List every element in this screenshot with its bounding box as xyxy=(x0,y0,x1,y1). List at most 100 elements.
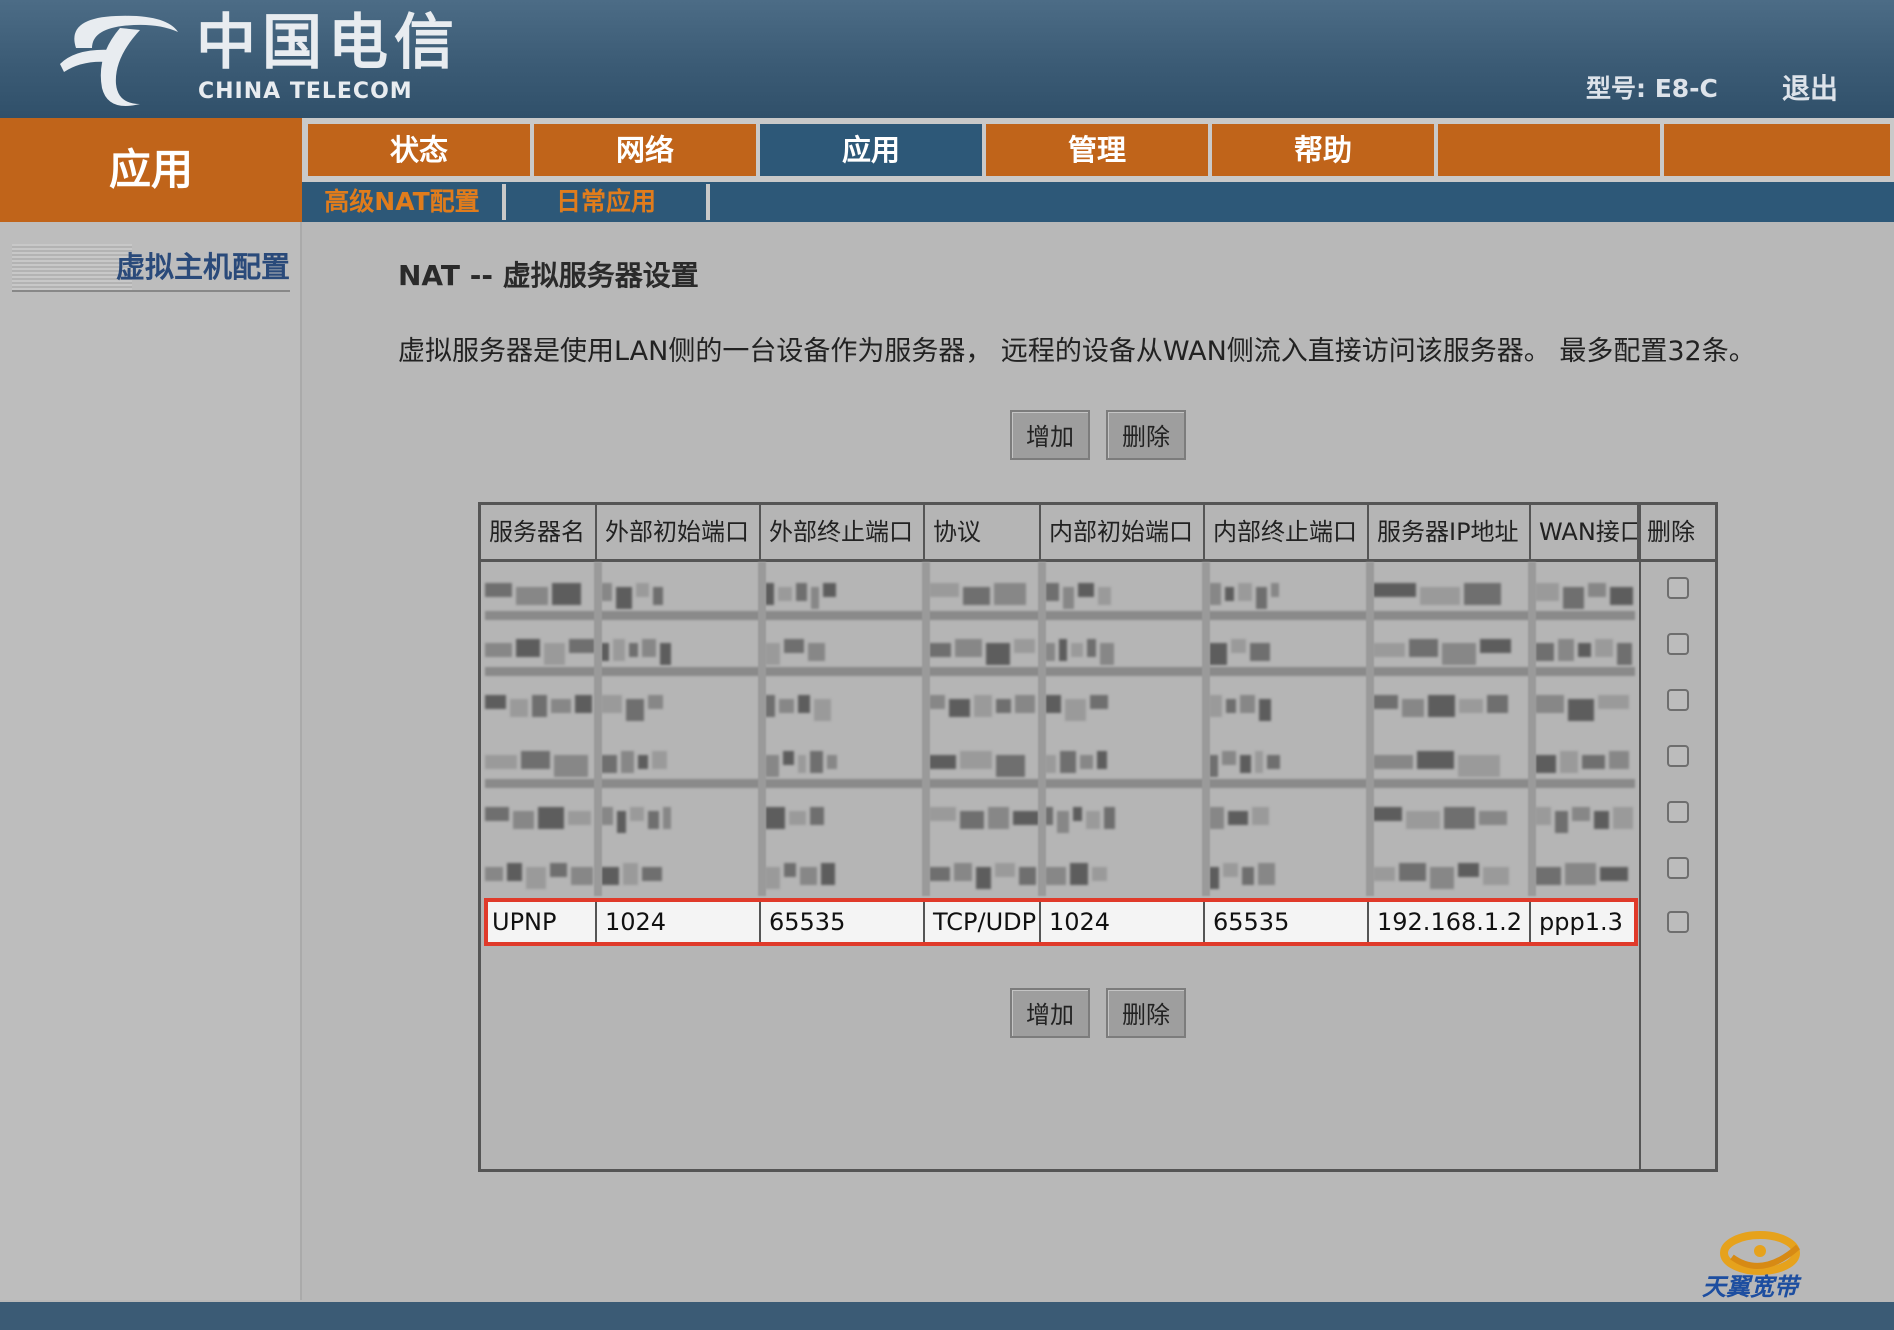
obscured-text xyxy=(1535,807,1551,825)
obscured-text xyxy=(1238,583,1252,601)
obscured-text xyxy=(1045,807,1053,825)
obscured-column-line xyxy=(1366,562,1374,896)
obscured-text xyxy=(798,695,810,713)
delete-checkbox[interactable] xyxy=(1667,857,1689,879)
tab-help[interactable]: 帮助 xyxy=(1212,124,1434,176)
cell-server-ip: 192.168.1.2 xyxy=(1369,902,1531,942)
obscured-text xyxy=(823,583,836,597)
obscured-text xyxy=(1560,751,1578,773)
obscured-text xyxy=(1100,643,1114,665)
delete-checkbox[interactable] xyxy=(1667,801,1689,823)
obscured-text xyxy=(554,755,588,777)
obscured-text xyxy=(1487,695,1508,713)
obscured-text xyxy=(552,583,581,605)
table-row-obscured xyxy=(481,787,1639,843)
delete-checkbox-upnp[interactable] xyxy=(1667,911,1689,933)
obscured-text xyxy=(1613,807,1633,829)
obscured-text xyxy=(789,811,806,825)
obscured-text xyxy=(1428,695,1455,717)
obscured-text xyxy=(513,811,534,829)
cell-ext-end: 65535 xyxy=(761,902,925,942)
obscured-text xyxy=(1250,643,1270,661)
obscured-text xyxy=(629,643,638,657)
tab-network[interactable]: 网络 xyxy=(534,124,756,176)
page-title: NAT -- 虚拟服务器设置 xyxy=(398,259,699,292)
obscured-row-separator xyxy=(485,667,1635,676)
subtab-daily-apps[interactable]: 日常应用 xyxy=(506,184,710,220)
obscured-text xyxy=(1483,867,1509,885)
obscured-text xyxy=(1259,699,1271,721)
obscured-text xyxy=(507,863,522,881)
obscured-text xyxy=(1071,643,1083,657)
delete-checkbox[interactable] xyxy=(1667,633,1689,655)
obscured-text xyxy=(1565,863,1596,885)
obscured-text xyxy=(1252,807,1269,825)
obscured-text xyxy=(765,643,780,665)
obscured-text xyxy=(783,751,794,765)
delete-checkbox[interactable] xyxy=(1667,745,1689,767)
obscured-text xyxy=(1092,867,1107,881)
obscured-text xyxy=(796,583,807,601)
obscured-text xyxy=(538,807,564,829)
obscured-text xyxy=(1063,587,1074,609)
delete-checkbox[interactable] xyxy=(1667,689,1689,711)
obscured-text xyxy=(811,587,819,609)
obscured-text xyxy=(1209,695,1222,717)
obscured-text xyxy=(1373,643,1405,657)
obscured-text xyxy=(1373,695,1398,709)
obscured-text xyxy=(1535,643,1554,661)
obscured-text xyxy=(929,583,959,597)
add-button-bottom[interactable]: 增加 xyxy=(1010,988,1090,1038)
delete-button-bottom[interactable]: 删除 xyxy=(1106,988,1186,1038)
obscured-text xyxy=(660,643,671,665)
logout-link[interactable]: 退出 xyxy=(1782,72,1838,106)
obscured-column-line xyxy=(594,562,602,896)
sidebar: 虚拟主机配置 xyxy=(0,222,302,1300)
cell-int-start: 1024 xyxy=(1041,902,1205,942)
china-telecom-logo-icon xyxy=(60,15,178,106)
add-button-top[interactable]: 增加 xyxy=(1010,410,1090,460)
table-row-obscured xyxy=(481,675,1639,731)
obscured-text xyxy=(960,751,992,769)
obscured-text xyxy=(929,807,956,821)
obscured-text xyxy=(1568,699,1594,721)
delete-button-top[interactable]: 删除 xyxy=(1106,410,1186,460)
obscured-text xyxy=(663,807,671,829)
col-header-ext-end: 外部终止端口 xyxy=(761,505,925,559)
table-row-upnp[interactable]: UPNP 1024 65535 TCP/UDP 1024 65535 192.1… xyxy=(484,898,1638,946)
obscured-text xyxy=(485,643,512,657)
logo-english-text: CHINA TELECOM xyxy=(198,79,413,104)
obscured-column-line xyxy=(1528,562,1536,896)
obscured-text xyxy=(601,695,622,713)
delete-checkbox[interactable] xyxy=(1667,577,1689,599)
obscured-row-separator xyxy=(485,779,1635,788)
tab-management[interactable]: 管理 xyxy=(986,124,1208,176)
obscured-text xyxy=(1013,811,1039,825)
obscured-text xyxy=(1080,755,1093,769)
obscured-text xyxy=(532,695,547,717)
obscured-text xyxy=(1558,639,1574,661)
obscured-column-line xyxy=(922,562,930,896)
obscured-text xyxy=(1406,811,1440,829)
obscured-text xyxy=(800,867,817,885)
obscured-text xyxy=(621,751,634,773)
obscured-text xyxy=(1588,583,1606,597)
cell-ext-start: 1024 xyxy=(597,902,761,942)
obscured-text xyxy=(1594,811,1609,829)
cell-int-end: 65535 xyxy=(1205,902,1369,942)
obscured-text xyxy=(1209,755,1218,777)
obscured-text xyxy=(955,639,982,657)
obscured-text xyxy=(1609,751,1629,769)
obscured-text xyxy=(994,583,1026,605)
tab-application[interactable]: 应用 xyxy=(760,124,982,176)
tab-status[interactable]: 状态 xyxy=(308,124,530,176)
obscured-text xyxy=(1086,811,1100,829)
tab-empty-1 xyxy=(1438,124,1660,176)
subtab-advanced-nat[interactable]: 高级NAT配置 xyxy=(302,184,506,220)
obscured-text xyxy=(1019,867,1036,885)
sidebar-item-virtual-host[interactable]: 虚拟主机配置 xyxy=(12,244,290,292)
obscured-text xyxy=(569,639,595,653)
obscured-text xyxy=(1535,695,1564,713)
obscured-text xyxy=(1373,583,1416,597)
obscured-text xyxy=(1087,639,1096,657)
